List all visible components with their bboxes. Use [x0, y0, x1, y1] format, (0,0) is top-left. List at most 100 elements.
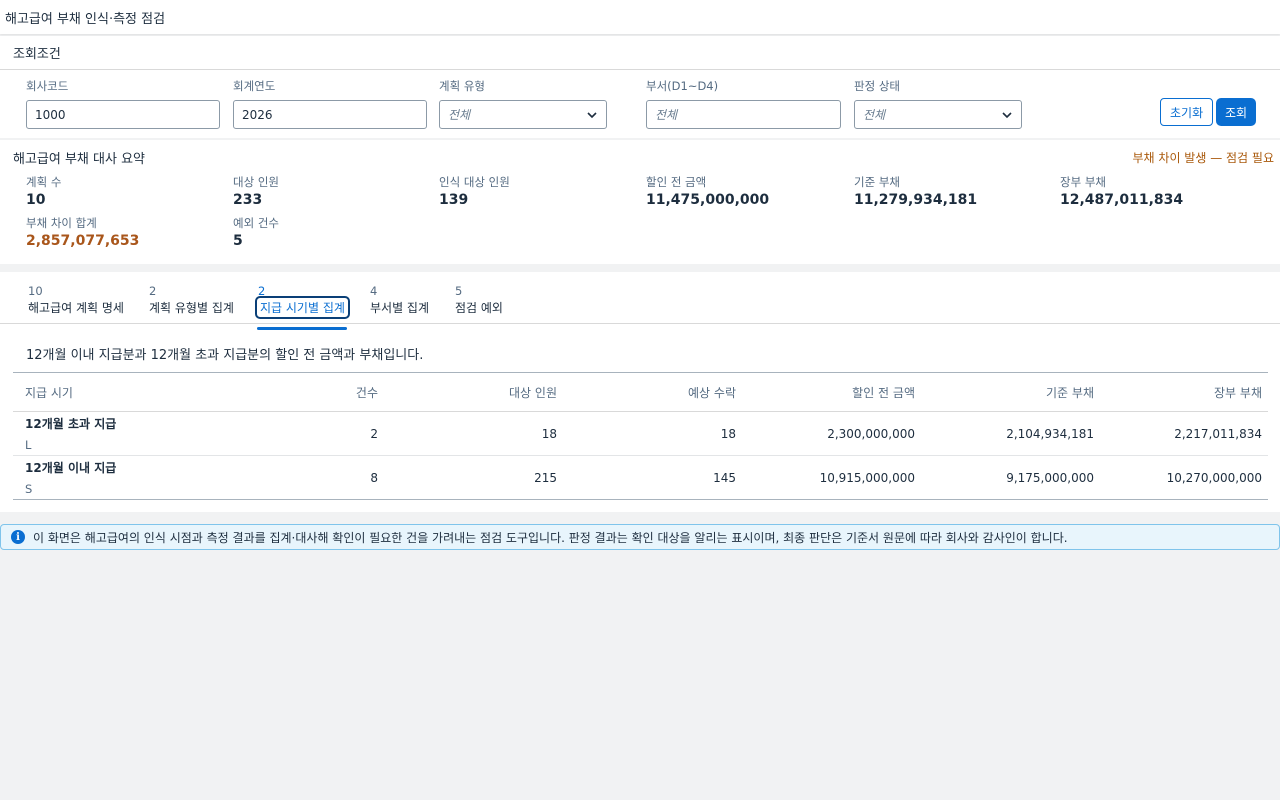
fiscal-year-input[interactable]: 2026: [233, 100, 427, 129]
plan-type-label: 계획 유형: [439, 79, 485, 93]
chevron-down-icon: [1002, 111, 1012, 118]
kpi-label: 예외 건수: [233, 216, 279, 230]
column-header[interactable]: 기준 부채: [921, 372, 1100, 412]
fiscal-year-field: 회계연도 2026: [233, 78, 427, 129]
kpi-value: 139: [439, 192, 469, 208]
reset-button[interactable]: 초기화: [1160, 98, 1214, 126]
gross-amount-cell: 10,915,000,000: [742, 455, 921, 500]
column-header[interactable]: 장부 부채: [1100, 372, 1268, 412]
tab-label: 부서별 집계: [370, 301, 430, 315]
kpi-value: 2,857,077,653: [26, 233, 140, 249]
kpi-headcount: 대상 인원 233: [233, 174, 279, 208]
kpi-label: 장부 부채: [1060, 175, 1106, 189]
kpi-recognized-headcount: 인식 대상 인원 139: [439, 174, 510, 208]
filter-header: 조회조건: [0, 36, 1280, 70]
table-description: 12개월 이내 지급분과 12개월 초과 지급분의 할인 전 금액과 부채입니다…: [26, 348, 424, 363]
company-code-value: 1000: [35, 107, 66, 122]
fiscal-year-label: 회계연도: [233, 79, 276, 93]
tab-label: 점검 예외: [455, 301, 503, 315]
base-liability-cell: 2,104,934,181: [921, 411, 1100, 456]
timing-cell: 12개월 이내 지급 S: [13, 455, 263, 500]
status-label: 판정 상태: [854, 79, 900, 93]
table-header-row: 지급 시기 건수 대상 인원 예상 수락 할인 전 금액 기준 부채 장부 부채: [13, 372, 1268, 412]
count-cell: 8: [263, 455, 384, 500]
timing-code: L: [25, 438, 32, 452]
kpi-label: 할인 전 금액: [646, 175, 707, 189]
department-placeholder: 전체: [655, 108, 678, 122]
status-value: 전체: [863, 108, 886, 122]
tab-by-plan-type[interactable]: 2 계획 유형별 집계: [149, 284, 234, 316]
kpi-gross-amount: 할인 전 금액 11,475,000,000: [646, 174, 769, 208]
status-select[interactable]: 전체: [854, 100, 1022, 129]
department-input[interactable]: 전체: [646, 100, 841, 129]
summary-title: 해고급여 부채 대사 요약: [13, 151, 145, 167]
column-header[interactable]: 건수: [263, 372, 384, 412]
kpi-value: 11,279,934,181: [854, 192, 978, 208]
difference-warning: 부채 차이 발생 — 점검 필요: [1132, 150, 1274, 165]
tab-exceptions[interactable]: 5 점검 예외: [455, 284, 503, 316]
company-code-field: 회사코드 1000: [26, 78, 220, 129]
timing-name: 12개월 초과 지급: [25, 417, 117, 431]
tab-label: 계획 유형별 집계: [149, 301, 234, 315]
kpi-label: 기준 부채: [854, 175, 900, 189]
app-title: 해고급여 부채 인식·측정 점검: [0, 0, 1280, 34]
count-cell: 2: [263, 411, 384, 456]
info-notice: i 이 화면은 해고급여의 인식 시점과 측정 결과를 집계·대사해 확인이 필…: [0, 524, 1280, 550]
tab-plan-details[interactable]: 10 해고급여 계획 명세: [28, 284, 124, 316]
summary-header: 해고급여 부채 대사 요약 부채 차이 발생 — 점검 필요: [0, 140, 1280, 174]
search-button[interactable]: 조회: [1216, 98, 1257, 126]
kpi-value: 11,475,000,000: [646, 192, 770, 208]
kpi-book-liability: 장부 부채 12,487,011,834: [1060, 174, 1183, 208]
filter-header-text: 조회조건: [13, 47, 61, 62]
headcount-cell: 18: [384, 411, 563, 456]
filter-bar: 회사코드 1000 회계연도 2026 계획 유형 전체 부서(D1~D4) 전…: [0, 70, 1280, 138]
kpi-difference-total: 부채 차이 합계 2,857,077,653: [26, 215, 139, 249]
book-liability-cell: 10,270,000,000: [1100, 455, 1268, 500]
kpi-label: 대상 인원: [233, 175, 279, 189]
tab-label: 해고급여 계획 명세: [28, 301, 124, 315]
fiscal-year-value: 2026: [242, 107, 273, 122]
expected-cell: 145: [563, 455, 742, 500]
base-liability-cell: 9,175,000,000: [921, 455, 1100, 500]
kpi-grid: 계획 수 10 대상 인원 233 인식 대상 인원 139 할인 전 금액 1…: [0, 174, 1280, 264]
kpi-plan-count: 계획 수 10: [26, 174, 61, 208]
plan-type-value: 전체: [448, 108, 471, 122]
notice-text: 이 화면은 해고급여의 인식 시점과 측정 결과를 집계·대사해 확인이 필요한…: [33, 530, 1068, 545]
timing-code: S: [25, 482, 33, 496]
column-header[interactable]: 예상 수락: [563, 372, 742, 412]
filter-panel: 조회조건 회사코드 1000 회계연도 2026 계획 유형 전체 부서(D1~…: [0, 36, 1280, 138]
column-header[interactable]: 할인 전 금액: [742, 372, 921, 412]
table-row[interactable]: 12개월 초과 지급 L 2 18 18 2,300,000,000 2,104…: [13, 411, 1268, 456]
tab-by-payment-timing[interactable]: 2 지급 시기별 집계: [255, 284, 350, 330]
chevron-down-icon: [587, 111, 597, 118]
kpi-label: 계획 수: [26, 175, 62, 189]
gross-amount-cell: 2,300,000,000: [742, 411, 921, 456]
kpi-value: 12,487,011,834: [1060, 192, 1184, 208]
tab-count: 4: [370, 284, 378, 298]
tab-content: 12개월 이내 지급분과 12개월 초과 지급분의 할인 전 금액과 부채입니다…: [0, 324, 1280, 512]
tab-by-department[interactable]: 4 부서별 집계: [370, 284, 429, 316]
tab-count: 5: [455, 284, 463, 298]
plan-type-select[interactable]: 전체: [439, 100, 607, 129]
timing-cell: 12개월 초과 지급 L: [13, 411, 263, 456]
column-header[interactable]: 대상 인원: [384, 372, 563, 412]
department-label: 부서(D1~D4): [646, 79, 719, 93]
table-row[interactable]: 12개월 이내 지급 S 8 215 145 10,915,000,000 9,…: [13, 455, 1268, 500]
kpi-value: 10: [26, 192, 46, 208]
column-header[interactable]: 지급 시기: [13, 372, 263, 412]
active-tab-indicator: [257, 327, 347, 330]
payment-timing-table: 지급 시기 건수 대상 인원 예상 수락 할인 전 금액 기준 부채 장부 부채…: [13, 372, 1268, 500]
status-field: 판정 상태 전체: [854, 78, 1022, 129]
company-code-label: 회사코드: [26, 79, 69, 93]
book-liability-cell: 2,217,011,834: [1100, 411, 1268, 456]
kpi-exception-count: 예외 건수 5: [233, 215, 279, 249]
kpi-value: 233: [233, 192, 263, 208]
company-code-input[interactable]: 1000: [26, 100, 220, 129]
kpi-value: 5: [233, 233, 243, 249]
plan-type-field: 계획 유형 전체: [439, 78, 607, 129]
tab-bar: 10 해고급여 계획 명세 2 계획 유형별 집계 2 지급 시기별 집계 4 …: [0, 272, 1280, 330]
tab-count: 2: [149, 284, 157, 298]
department-field: 부서(D1~D4) 전체: [646, 78, 841, 129]
expected-cell: 18: [563, 411, 742, 456]
kpi-label: 인식 대상 인원: [439, 175, 510, 189]
